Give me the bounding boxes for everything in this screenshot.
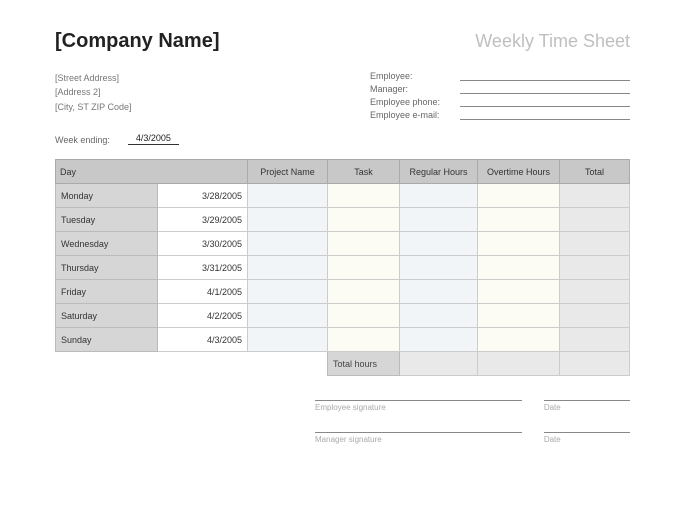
day-name: Monday <box>56 184 158 208</box>
col-total: Total <box>560 160 630 184</box>
day-name: Wednesday <box>56 232 158 256</box>
table-row: Saturday 4/2/2005 <box>56 304 630 328</box>
cell-regular[interactable] <box>400 280 478 304</box>
day-date: 4/1/2005 <box>158 280 248 304</box>
col-project: Project Name <box>248 160 328 184</box>
manager-label: Manager: <box>370 84 460 94</box>
cell-overtime[interactable] <box>478 256 560 280</box>
day-name: Tuesday <box>56 208 158 232</box>
day-name: Sunday <box>56 328 158 352</box>
cell-total <box>560 280 630 304</box>
address-line3: [City, ST ZIP Code] <box>55 100 132 114</box>
cell-total <box>560 304 630 328</box>
total-regular <box>400 352 478 376</box>
day-date: 3/28/2005 <box>158 184 248 208</box>
cell-project[interactable] <box>248 208 328 232</box>
cell-project[interactable] <box>248 184 328 208</box>
table-row: Wednesday 3/30/2005 <box>56 232 630 256</box>
employee-signature-date[interactable]: Date <box>544 400 630 412</box>
cell-task[interactable] <box>328 304 400 328</box>
cell-regular[interactable] <box>400 256 478 280</box>
cell-task[interactable] <box>328 328 400 352</box>
day-date: 3/29/2005 <box>158 208 248 232</box>
cell-task[interactable] <box>328 280 400 304</box>
cell-overtime[interactable] <box>478 328 560 352</box>
page-title: Weekly Time Sheet <box>475 31 630 52</box>
col-task: Task <box>328 160 400 184</box>
week-ending-value[interactable]: 4/3/2005 <box>128 133 179 145</box>
col-overtime: Overtime Hours <box>478 160 560 184</box>
cell-project[interactable] <box>248 256 328 280</box>
cell-total <box>560 232 630 256</box>
cell-total <box>560 208 630 232</box>
cell-total <box>560 328 630 352</box>
total-grand <box>560 352 630 376</box>
employee-signature-line[interactable]: Employee signature <box>315 400 522 412</box>
employee-label: Employee: <box>370 71 460 81</box>
cell-regular[interactable] <box>400 208 478 232</box>
totals-label: Total hours <box>328 352 400 376</box>
totals-row: Total hours <box>56 352 630 376</box>
day-date: 4/3/2005 <box>158 328 248 352</box>
employee-fields: Employee: Manager: Employee phone: Emplo… <box>370 71 630 123</box>
cell-regular[interactable] <box>400 328 478 352</box>
address-block: [Street Address] [Address 2] [City, ST Z… <box>55 71 132 123</box>
col-day: Day <box>56 160 248 184</box>
col-regular: Regular Hours <box>400 160 478 184</box>
table-row: Tuesday 3/29/2005 <box>56 208 630 232</box>
company-name: [Company Name] <box>55 30 219 53</box>
table-row: Thursday 3/31/2005 <box>56 256 630 280</box>
day-name: Saturday <box>56 304 158 328</box>
cell-overtime[interactable] <box>478 304 560 328</box>
day-date: 3/30/2005 <box>158 232 248 256</box>
cell-regular[interactable] <box>400 304 478 328</box>
cell-task[interactable] <box>328 208 400 232</box>
phone-label: Employee phone: <box>370 97 460 107</box>
manager-signature-line[interactable]: Manager signature <box>315 432 522 444</box>
day-name: Thursday <box>56 256 158 280</box>
cell-overtime[interactable] <box>478 208 560 232</box>
cell-task[interactable] <box>328 256 400 280</box>
email-input-line[interactable] <box>460 110 630 120</box>
day-date: 4/2/2005 <box>158 304 248 328</box>
cell-overtime[interactable] <box>478 184 560 208</box>
manager-input-line[interactable] <box>460 84 630 94</box>
cell-overtime[interactable] <box>478 280 560 304</box>
phone-input-line[interactable] <box>460 97 630 107</box>
address-line1: [Street Address] <box>55 71 132 85</box>
cell-project[interactable] <box>248 280 328 304</box>
cell-project[interactable] <box>248 328 328 352</box>
cell-regular[interactable] <box>400 232 478 256</box>
cell-project[interactable] <box>248 304 328 328</box>
cell-regular[interactable] <box>400 184 478 208</box>
employee-input-line[interactable] <box>460 71 630 81</box>
table-row: Monday 3/28/2005 <box>56 184 630 208</box>
manager-signature-date[interactable]: Date <box>544 432 630 444</box>
cell-task[interactable] <box>328 232 400 256</box>
timesheet-table: Day Project Name Task Regular Hours Over… <box>55 159 630 376</box>
cell-task[interactable] <box>328 184 400 208</box>
email-label: Employee e-mail: <box>370 110 460 120</box>
table-row: Sunday 4/3/2005 <box>56 328 630 352</box>
table-row: Friday 4/1/2005 <box>56 280 630 304</box>
day-name: Friday <box>56 280 158 304</box>
cell-overtime[interactable] <box>478 232 560 256</box>
cell-total <box>560 256 630 280</box>
total-overtime <box>478 352 560 376</box>
day-date: 3/31/2005 <box>158 256 248 280</box>
week-ending-label: Week ending: <box>55 135 110 145</box>
cell-total <box>560 184 630 208</box>
signature-block: Employee signature Date Manager signatur… <box>315 400 630 444</box>
address-line2: [Address 2] <box>55 85 132 99</box>
cell-project[interactable] <box>248 232 328 256</box>
